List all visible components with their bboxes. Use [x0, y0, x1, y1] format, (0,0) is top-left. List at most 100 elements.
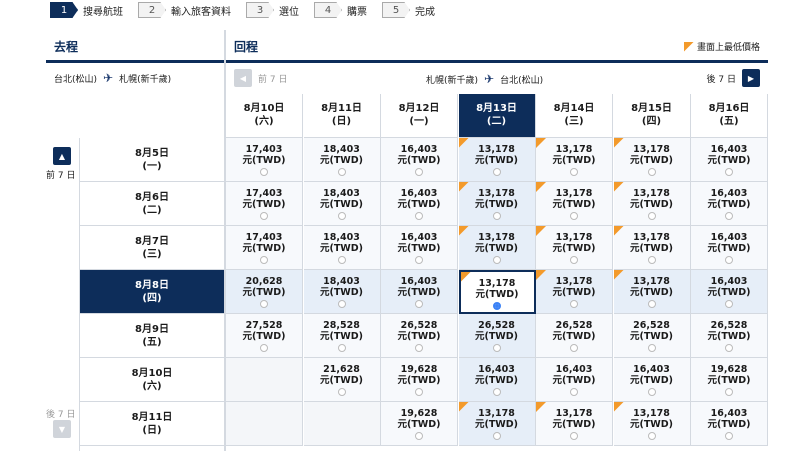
fare-cell[interactable]: 13,178 元(TWD) — [458, 270, 536, 314]
fare-cell[interactable]: 16,403 元(TWD) — [381, 270, 458, 314]
fare-radio[interactable] — [725, 300, 733, 308]
fare-radio[interactable] — [415, 300, 423, 308]
fare-cell[interactable]: 28,528 元(TWD) — [303, 314, 381, 358]
fare-cell[interactable]: 19,628 元(TWD) — [691, 358, 768, 402]
fare-radio[interactable] — [415, 432, 423, 440]
fare-radio[interactable] — [415, 344, 423, 352]
fare-radio[interactable] — [570, 344, 578, 352]
fare-cell[interactable]: 27,528 元(TWD) — [226, 314, 303, 358]
fare-cell[interactable]: 18,403 元(TWD) — [303, 226, 381, 270]
fare-radio[interactable] — [337, 256, 346, 264]
fare-radio[interactable] — [492, 256, 501, 264]
fare-cell[interactable]: 21,628 元(TWD) — [303, 358, 381, 402]
fare-radio[interactable] — [725, 388, 733, 396]
fare-cell[interactable]: 13,178 元(TWD) — [613, 270, 691, 314]
fare-cell[interactable]: 13,178 元(TWD) — [536, 402, 613, 446]
fare-radio[interactable] — [647, 300, 656, 308]
fare-radio[interactable] — [570, 212, 578, 220]
fare-radio[interactable] — [647, 432, 656, 440]
fare-radio[interactable] — [725, 212, 733, 220]
fare-radio[interactable] — [570, 256, 578, 264]
fare-price: 13,178 — [555, 408, 593, 419]
step-number: 3 — [246, 2, 274, 18]
fare-cell[interactable]: 13,178 元(TWD) — [613, 402, 691, 446]
prev-week-button[interactable]: ◀ — [234, 69, 252, 87]
prev-depart-week-button[interactable]: ▲ — [53, 147, 71, 165]
fare-cell[interactable]: 26,528 元(TWD) — [613, 314, 691, 358]
fare-cell[interactable]: 17,403 元(TWD) — [226, 138, 303, 182]
fare-cell[interactable]: 19,628 元(TWD) — [381, 402, 458, 446]
fare-cell[interactable]: 16,403 元(TWD) — [691, 402, 768, 446]
fare-cell[interactable]: 26,528 元(TWD) — [458, 314, 536, 358]
fare-cell[interactable]: 13,178 元(TWD) — [536, 138, 613, 182]
fare-radio[interactable] — [570, 432, 578, 440]
fare-cell[interactable]: 13,178 元(TWD) — [458, 226, 536, 270]
fare-cell[interactable]: 20,628 元(TWD) — [226, 270, 303, 314]
fare-cell[interactable]: 13,178 元(TWD) — [613, 226, 691, 270]
fare-cell[interactable]: 16,403 元(TWD) — [691, 138, 768, 182]
fare-radio[interactable] — [647, 344, 656, 352]
fare-cell[interactable]: 16,403 元(TWD) — [691, 270, 768, 314]
fare-cell[interactable]: 26,528 元(TWD) — [536, 314, 613, 358]
fare-radio[interactable] — [337, 300, 346, 308]
fare-cell[interactable]: 18,403 元(TWD) — [303, 270, 381, 314]
fare-cell[interactable]: 13,178 元(TWD) — [613, 182, 691, 226]
fare-radio[interactable] — [337, 388, 346, 396]
fare-cell[interactable]: 16,403 元(TWD) — [536, 358, 613, 402]
fare-radio[interactable] — [415, 212, 423, 220]
fare-cell[interactable]: 17,403 元(TWD) — [226, 182, 303, 226]
fare-cell[interactable]: 19,628 元(TWD) — [381, 358, 458, 402]
fare-radio[interactable] — [725, 432, 733, 440]
fare-cell[interactable]: 26,528 元(TWD) — [691, 314, 768, 358]
fare-radio[interactable] — [337, 168, 346, 176]
fare-radio[interactable] — [415, 388, 423, 396]
fare-radio[interactable] — [647, 212, 656, 220]
fare-radio[interactable] — [415, 256, 423, 264]
fare-radio[interactable] — [260, 300, 268, 308]
fare-radio[interactable] — [492, 212, 501, 220]
fare-radio[interactable] — [260, 256, 268, 264]
fare-cell[interactable]: 13,178 元(TWD) — [536, 226, 613, 270]
fare-radio[interactable] — [725, 168, 733, 176]
fare-radio[interactable] — [570, 388, 578, 396]
fare-cell[interactable]: 16,403 元(TWD) — [458, 358, 536, 402]
fare-radio[interactable] — [725, 256, 733, 264]
next-week-button[interactable]: ▶ — [742, 69, 760, 87]
fare-radio[interactable] — [647, 168, 656, 176]
fare-cell[interactable]: 13,178 元(TWD) — [613, 138, 691, 182]
fare-radio[interactable] — [260, 212, 268, 220]
depart-date: 8月9日 — [135, 324, 169, 335]
fare-cell[interactable]: 18,403 元(TWD) — [303, 182, 381, 226]
fare-radio[interactable] — [647, 256, 656, 264]
fare-radio[interactable] — [492, 388, 501, 396]
fare-cell[interactable]: 13,178 元(TWD) — [536, 182, 613, 226]
fare-radio[interactable] — [415, 168, 423, 176]
fare-cell[interactable]: 13,178 元(TWD) — [536, 270, 613, 314]
fare-radio[interactable] — [492, 344, 501, 352]
fare-radio[interactable] — [492, 432, 501, 440]
step-label: 選位 — [279, 6, 299, 18]
fare-cell[interactable]: 16,403 元(TWD) — [691, 182, 768, 226]
fare-radio[interactable] — [647, 388, 656, 396]
fare-cell[interactable]: 16,403 元(TWD) — [613, 358, 691, 402]
next-depart-week-button[interactable]: ▼ — [53, 420, 71, 438]
fare-cell[interactable]: 16,403 元(TWD) — [381, 138, 458, 182]
fare-cell[interactable]: 16,403 元(TWD) — [381, 226, 458, 270]
fare-radio[interactable] — [337, 344, 346, 352]
fare-radio[interactable] — [492, 168, 501, 176]
fare-cell[interactable]: 13,178 元(TWD) — [458, 138, 536, 182]
fare-cell[interactable]: 13,178 元(TWD) — [458, 402, 536, 446]
fare-radio[interactable] — [493, 302, 501, 310]
fare-radio[interactable] — [337, 212, 346, 220]
fare-radio[interactable] — [260, 168, 268, 176]
fare-cell[interactable]: 13,178 元(TWD) — [458, 182, 536, 226]
fare-cell[interactable]: 16,403 元(TWD) — [381, 182, 458, 226]
fare-radio[interactable] — [570, 168, 578, 176]
fare-cell[interactable]: 26,528 元(TWD) — [381, 314, 458, 358]
fare-cell[interactable]: 17,403 元(TWD) — [226, 226, 303, 270]
fare-radio[interactable] — [260, 344, 268, 352]
fare-cell[interactable]: 18,403 元(TWD) — [303, 138, 381, 182]
fare-radio[interactable] — [725, 344, 733, 352]
fare-cell[interactable]: 16,403 元(TWD) — [691, 226, 768, 270]
fare-radio[interactable] — [570, 300, 578, 308]
